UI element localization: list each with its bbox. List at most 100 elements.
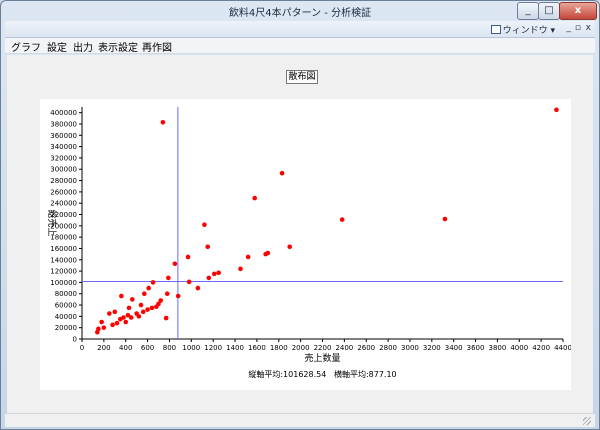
- data-point: [166, 275, 171, 281]
- x-tick-label: 2200: [314, 344, 332, 352]
- data-point: [112, 309, 118, 315]
- y-tick-label: 240000: [50, 200, 77, 208]
- data-point: [185, 254, 191, 260]
- data-point: [101, 325, 107, 330]
- data-point: [107, 311, 112, 316]
- data-point: [238, 266, 243, 272]
- data-point: [186, 279, 192, 285]
- mdi-restore-button[interactable]: ▫: [575, 23, 581, 33]
- data-point: [206, 275, 212, 281]
- x-tick-label: 2400: [335, 344, 353, 352]
- averages-text: 縦軸平均:101628.54 横軸平均:877.10: [248, 369, 396, 379]
- scatter-chart-button[interactable]: 散布図: [286, 70, 318, 84]
- x-tick-label: 3200: [423, 344, 441, 352]
- data-point: [175, 293, 181, 299]
- data-point: [216, 270, 221, 276]
- data-point: [145, 307, 150, 312]
- mdi-close-button[interactable]: x: [586, 23, 591, 33]
- data-point: [265, 250, 271, 256]
- x-tick-label: 3600: [467, 344, 485, 352]
- data-point: [136, 314, 142, 319]
- x-tick-label: 3800: [488, 344, 506, 352]
- status-bar: [5, 413, 595, 427]
- x-tick-label: 2800: [379, 344, 397, 352]
- x-tick-label: 4400: [554, 344, 571, 352]
- window-menu[interactable]: ウィンドウ ▾: [490, 23, 555, 36]
- data-point: [163, 315, 169, 321]
- minimize-button[interactable]: _: [517, 2, 539, 20]
- close-button[interactable]: x: [559, 2, 597, 20]
- data-point: [205, 244, 211, 250]
- y-tick-label: 300000: [50, 166, 77, 174]
- y-tick-label: 20000: [55, 324, 77, 332]
- y-tick-label: 0: [73, 336, 77, 344]
- x-axis-ticks: 0 200 400 600 800 1000 1200 1400 1600 1800 2000 220…: [80, 339, 572, 352]
- data-point: [140, 309, 146, 315]
- data-point: [164, 291, 170, 297]
- x-tick-label: 200: [97, 344, 110, 352]
- x-tick-label: 600: [141, 344, 154, 352]
- data-point: [554, 107, 559, 113]
- menu-settings[interactable]: 設定: [47, 39, 67, 54]
- y-tick-label: 360000: [50, 132, 77, 140]
- x-tick-label: 1000: [182, 344, 200, 352]
- window-menu-label: ウィンドウ: [502, 26, 548, 36]
- menu-redraw[interactable]: 再作図: [142, 39, 172, 54]
- window-title: 飲料4尺4本パターン - 分析検証: [228, 8, 372, 19]
- y-tick-label: 100000: [50, 279, 77, 287]
- data-point: [142, 291, 147, 297]
- y-tick-label: 60000: [55, 302, 77, 310]
- x-tick-label: 400: [119, 344, 132, 352]
- y-tick-label: 40000: [55, 313, 77, 321]
- window-icon: [490, 25, 501, 34]
- y-tick-label: 340000: [50, 143, 77, 151]
- y-tick-label: 380000: [50, 120, 77, 128]
- scatter-chart: 0200004000060000800001000001200001400001…: [46, 107, 572, 379]
- data-point: [146, 285, 151, 291]
- data-point: [287, 244, 293, 250]
- data-point: [128, 315, 134, 320]
- x-tick-label: 4200: [532, 344, 550, 352]
- data-point: [114, 320, 120, 326]
- x-tick-label: 0: [80, 344, 84, 352]
- data-point: [99, 319, 104, 325]
- app-window: 飲料4尺4本パターン - 分析検証 _ □ x ウィンドウ ▾ _ ▫ x グラ…: [0, 0, 600, 430]
- y-tick-label: 260000: [50, 188, 77, 196]
- data-points: [95, 107, 559, 335]
- x-axis-label: 売上数量: [304, 352, 340, 364]
- y-tick-label: 320000: [50, 154, 77, 162]
- data-point: [110, 322, 115, 328]
- title-bar[interactable]: 飲料4尺4本パターン - 分析検証 _ □ x: [1, 1, 599, 21]
- menu-output[interactable]: 出力: [73, 39, 93, 54]
- data-point: [96, 326, 101, 332]
- x-tick-label: 1600: [248, 344, 266, 352]
- menu-bar: グラフ 設定 出力 表示設定 再作図: [5, 38, 595, 54]
- data-point: [121, 315, 126, 320]
- resize-grip[interactable]: [583, 417, 591, 425]
- y-axis-label: 総売上: [46, 209, 58, 236]
- data-point: [339, 217, 345, 222]
- data-point: [252, 195, 258, 201]
- data-point: [129, 297, 135, 302]
- data-point: [442, 216, 448, 222]
- data-point: [195, 285, 201, 291]
- mdi-minimize-button[interactable]: _: [567, 23, 572, 33]
- data-point: [123, 319, 129, 325]
- data-point: [245, 254, 251, 260]
- x-tick-label: 4000: [510, 344, 528, 352]
- y-tick-label: 400000: [50, 109, 77, 117]
- x-tick-label: 1400: [226, 344, 244, 352]
- menu-graph[interactable]: グラフ: [11, 39, 41, 54]
- data-point: [138, 302, 144, 308]
- x-tick-label: 2600: [357, 344, 375, 352]
- data-point: [211, 271, 217, 277]
- data-point: [149, 305, 155, 311]
- data-point: [150, 280, 156, 285]
- mdi-toolbar: ウィンドウ ▾ _ ▫ x: [5, 21, 595, 38]
- maximize-button[interactable]: □: [538, 2, 560, 20]
- data-point: [126, 305, 132, 311]
- menu-display-settings[interactable]: 表示設定: [98, 39, 138, 54]
- y-tick-label: 120000: [50, 268, 77, 276]
- x-tick-label: 2000: [292, 344, 310, 352]
- x-tick-label: 3400: [445, 344, 463, 352]
